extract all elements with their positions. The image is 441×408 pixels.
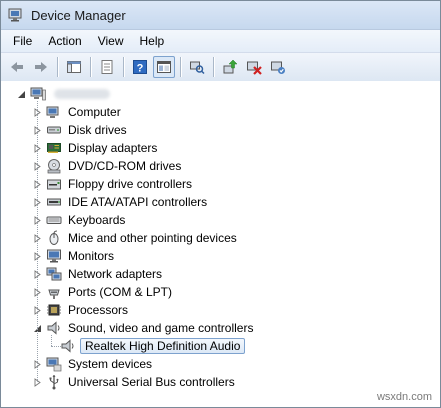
tree-item-label: System devices (68, 357, 153, 371)
toolbar-separator (123, 57, 124, 77)
system-device-icon (46, 357, 62, 372)
forward-icon (35, 62, 47, 72)
tree-item-label: Ports (COM & LPT) (68, 285, 173, 299)
usb-icon (49, 375, 59, 390)
tree-item-label: Keyboards (68, 213, 126, 227)
forward-button[interactable] (30, 56, 52, 78)
back-button[interactable] (6, 56, 28, 78)
tree-category-item[interactable]: Processors (33, 301, 130, 319)
tree-item-label: Monitors (68, 249, 115, 263)
display-adapter-icon (47, 143, 61, 153)
console-tree-icon (67, 61, 81, 73)
tree-category-item[interactable]: DVD/CD-ROM drives (33, 157, 183, 175)
computer-icon (46, 106, 59, 118)
toolbar-separator (213, 57, 214, 77)
tree-item-label: Processors (68, 303, 129, 317)
toolbar: ? (1, 53, 440, 82)
menu-bar: File Action View Help (1, 30, 440, 53)
menu-view[interactable]: View (90, 32, 132, 50)
show-hide-pane-button[interactable] (153, 56, 175, 78)
tree-item-label: DVD/CD-ROM drives (68, 159, 182, 173)
toolbar-separator (180, 57, 181, 77)
window-title: Device Manager (31, 7, 126, 23)
ide-controller-icon (47, 198, 61, 206)
collapse-arrow-icon[interactable] (17, 90, 26, 99)
menu-help[interactable]: Help (132, 32, 173, 50)
tree-item-label: Network adapters (68, 267, 163, 281)
svg-text:?: ? (137, 63, 144, 75)
tree-root[interactable] (17, 85, 110, 103)
toolbar-separator (90, 57, 91, 77)
show-hide-pane-icon (157, 61, 171, 73)
scan-hardware-icon (190, 61, 205, 75)
console-tree-button[interactable] (63, 56, 85, 78)
tree-category-item[interactable]: Display adapters (33, 139, 159, 157)
network-adapter-icon (46, 267, 62, 281)
tree-item-label: Floppy drive controllers (68, 177, 193, 191)
tree-category-item[interactable]: System devices (33, 355, 154, 373)
menu-action[interactable]: Action (40, 32, 89, 50)
speaker-icon (61, 339, 74, 353)
floppy-controller-icon (47, 179, 61, 190)
tree-item-label: IDE ATA/ATAPI controllers (68, 195, 208, 209)
computer-icon (30, 87, 46, 101)
tree-category-item[interactable]: Floppy drive controllers (33, 175, 194, 193)
tree-connector-line (51, 335, 52, 346)
uninstall-button[interactable] (243, 56, 265, 78)
tree-category-item[interactable]: Computer (33, 103, 123, 121)
tree-item-label: Display adapters (68, 141, 158, 155)
keyboard-icon (46, 216, 62, 224)
device-manager-icon (8, 8, 22, 22)
disk-drive-icon (47, 126, 61, 134)
tree-category-item[interactable]: Keyboards (33, 211, 127, 229)
tree-category-item[interactable]: Network adapters (33, 265, 164, 283)
dvd-drive-icon (47, 159, 61, 174)
tree-category-item[interactable]: Ports (COM & LPT) (33, 283, 174, 301)
device-manager-window: Device Manager File Action View Help ? C… (0, 0, 441, 408)
tree-category-item[interactable]: Mice and other pointing devices (33, 229, 239, 247)
blurred-computer-name (54, 89, 110, 99)
tree-connector-line (51, 346, 61, 347)
device-tree[interactable]: Computer Disk drives Display adapters DVD/C… (1, 81, 440, 407)
mouse-icon (49, 230, 59, 245)
tree-item-label: Computer (68, 105, 121, 119)
enable-device-icon (271, 61, 285, 74)
tree-connector-line (37, 101, 38, 382)
speaker-icon (47, 321, 60, 335)
scan-hardware-button[interactable] (186, 56, 208, 78)
update-driver-button[interactable] (219, 56, 241, 78)
enable-device-button[interactable] (267, 56, 289, 78)
uninstall-icon (247, 61, 262, 75)
tree-item-label: Sound, video and game controllers (68, 321, 254, 335)
update-driver-icon (223, 59, 238, 74)
tree-item-label: Mice and other pointing devices (68, 231, 237, 245)
properties-button[interactable] (96, 56, 118, 78)
processor-icon (47, 304, 61, 316)
toolbar-separator (57, 57, 58, 77)
properties-icon (101, 60, 113, 74)
tree-item-label: Universal Serial Bus controllers (68, 375, 235, 389)
help-icon: ? (133, 60, 147, 75)
menu-file[interactable]: File (5, 32, 40, 50)
back-icon (11, 62, 23, 72)
tree-item-label: Disk drives (68, 123, 127, 137)
help-button[interactable]: ? (129, 56, 151, 78)
tree-item-label: Realtek High Definition Audio (80, 338, 246, 354)
tree-category-item[interactable]: Disk drives (33, 121, 129, 139)
port-icon (48, 289, 60, 299)
monitor-icon (47, 249, 61, 263)
tree-category-item[interactable]: Universal Serial Bus controllers (33, 373, 237, 391)
title-bar[interactable]: Device Manager (1, 1, 440, 30)
tree-category-item[interactable]: Sound, video and game controllers (33, 319, 255, 337)
tree-device-item[interactable]: Realtek High Definition Audio (47, 337, 246, 355)
tree-category-item[interactable]: Monitors (33, 247, 116, 265)
watermark: wsxdn.com (376, 391, 432, 403)
tree-category-item[interactable]: IDE ATA/ATAPI controllers (33, 193, 209, 211)
